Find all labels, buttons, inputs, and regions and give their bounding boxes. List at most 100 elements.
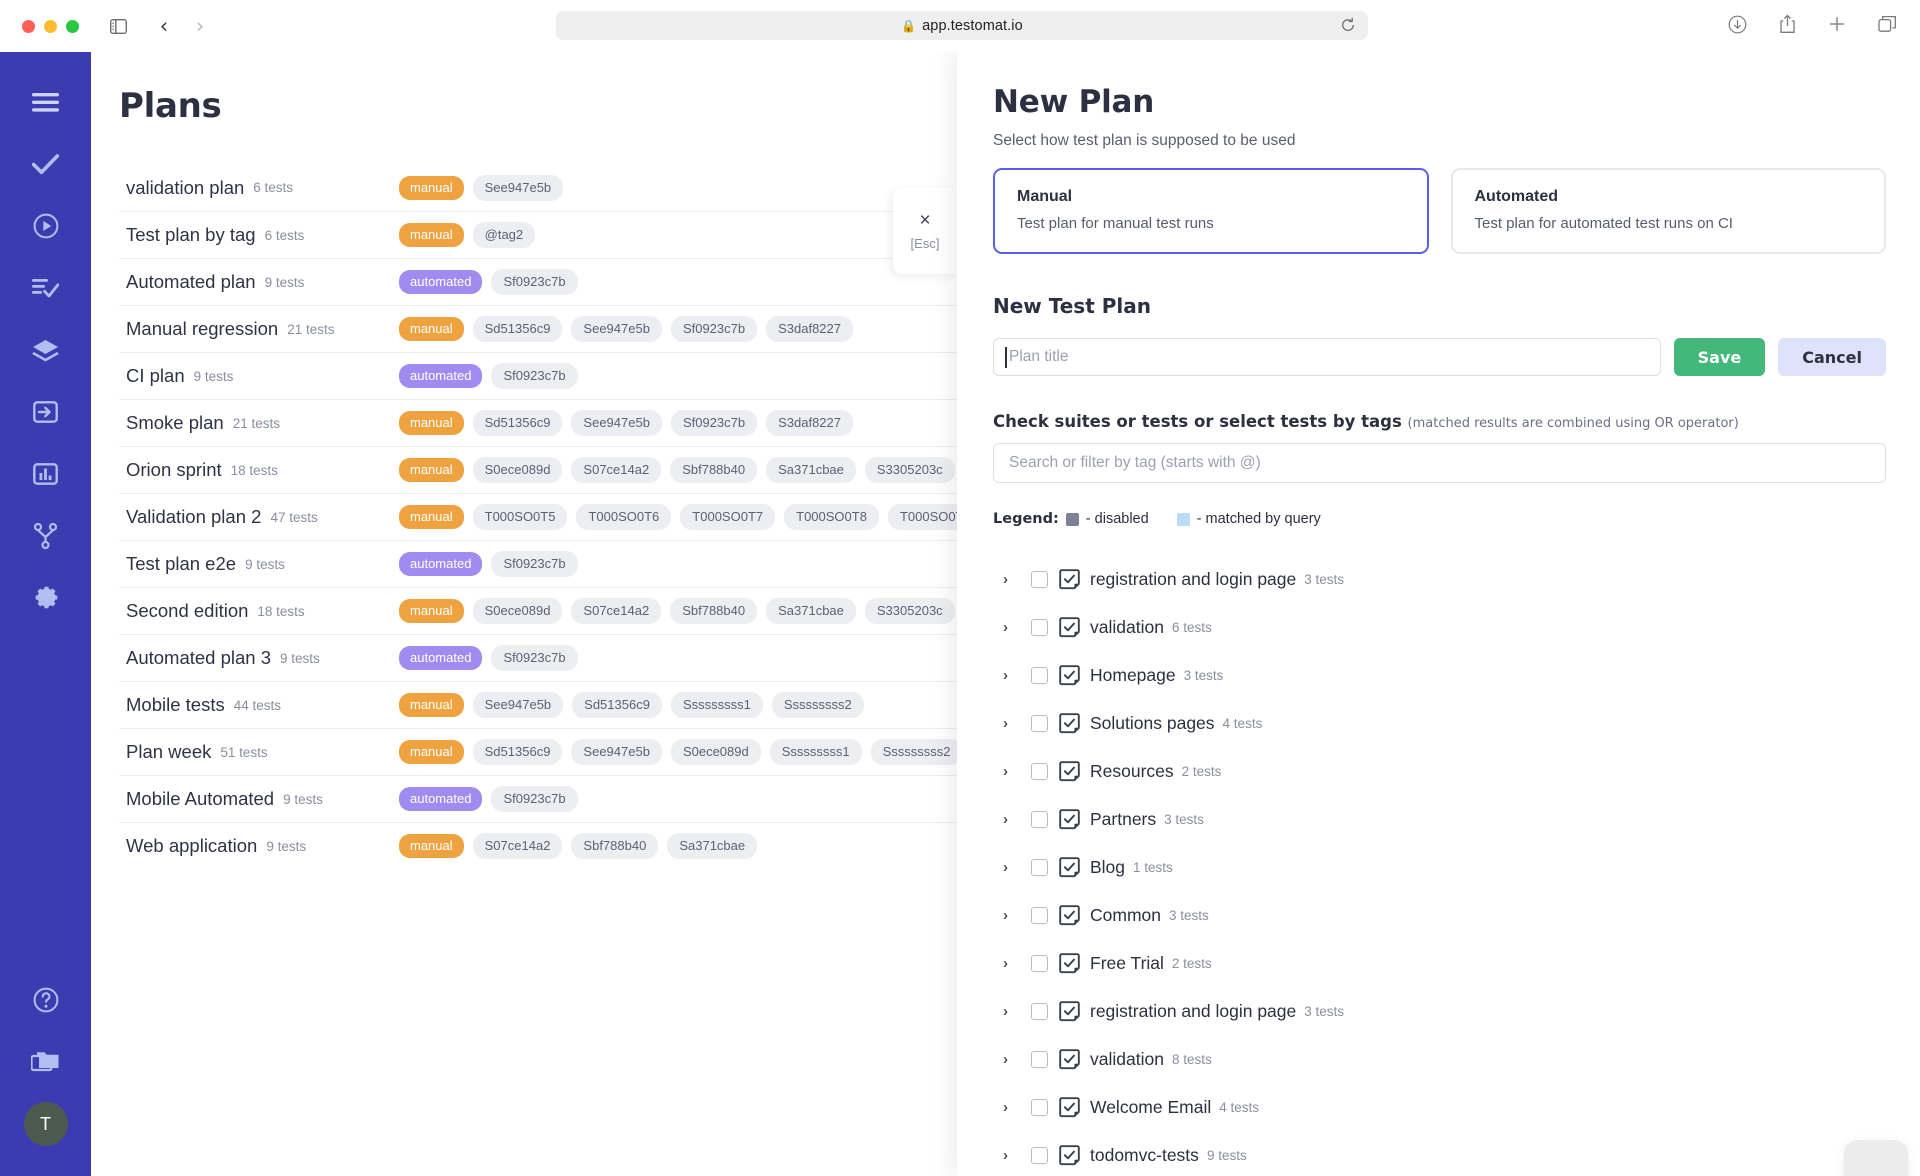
list-item[interactable]: › Common 3 tests [993,891,1886,939]
plan-tag: S07ce14a2 [571,457,661,483]
list-item[interactable]: ›validation8 tests [993,1035,1886,1083]
plan-tag: Sd51356c9 [473,739,563,765]
plan-name: Web application [126,835,257,857]
chat-widget-button[interactable] [1844,1140,1908,1176]
plan-tag: Sbf788b40 [571,833,658,859]
share-icon[interactable] [1772,9,1802,39]
close-drawer-button[interactable]: × [Esc] [893,188,957,274]
plan-name: validation plan [126,177,244,199]
reload-icon[interactable] [1340,17,1356,38]
suite-checkbox[interactable] [1031,955,1048,972]
chevron-right-icon[interactable]: › [1003,1099,1023,1116]
plan-tag: S3daf8227 [766,316,853,342]
list-item[interactable]: ›registration and login page3 tests [993,555,1886,603]
app-shell: T Plans validation plan6 testsmanualSee9… [0,52,1920,1176]
list-item[interactable]: ›Homepage3 tests [993,651,1886,699]
suite-checkbox[interactable] [1031,1099,1048,1116]
chevron-right-icon[interactable]: › [1003,619,1023,636]
plan-title-row: Plan title Save Cancel [993,338,1886,376]
mode-card-automated-name: Automated [1475,188,1863,206]
sidebar-item-settings[interactable] [24,576,68,620]
suite-name: Common [1090,905,1161,926]
list-item[interactable]: ›registration and login page3 tests [993,987,1886,1035]
chevron-right-icon[interactable]: › [1003,763,1023,780]
mode-card-manual[interactable]: Manual Test plan for manual test runs [993,168,1429,254]
suite-checkbox[interactable] [1031,859,1048,876]
plan-badges: automatedSf0923c7b [399,551,578,577]
chevron-right-icon[interactable]: › [1003,955,1023,972]
download-icon[interactable] [1722,9,1752,39]
plan-tag: Sf0923c7b [491,551,577,577]
suite-icon [1059,857,1080,878]
list-item[interactable]: ›Free Trial2 tests [993,939,1886,987]
mode-card-automated[interactable]: Automated Test plan for automated test r… [1451,168,1887,254]
suite-checkbox[interactable] [1031,571,1048,588]
list-item[interactable]: ›Resources2 tests [993,747,1886,795]
sidebar-item-runs[interactable] [24,204,68,248]
suite-checkbox[interactable] [1031,715,1048,732]
sidebar-item-plans[interactable] [24,266,68,310]
close-window-button[interactable] [22,20,35,33]
tag-search-placeholder: Search or filter by tag (starts with @) [1009,454,1261,472]
chart-bar-icon [33,462,58,486]
sidebar-item-import[interactable] [24,390,68,434]
plan-title-input[interactable]: Plan title [993,338,1661,376]
status-badge: automated [399,787,482,811]
list-item[interactable]: ›Solutions pages4 tests [993,699,1886,747]
suite-checkbox[interactable] [1031,1147,1048,1164]
forward-arrow-icon[interactable]: › [185,11,215,41]
status-badge: manual [399,223,464,247]
chevron-right-icon[interactable]: › [1003,1051,1023,1068]
save-button[interactable]: Save [1674,338,1766,376]
chevron-right-icon[interactable]: › [1003,571,1023,588]
hamburger-menu-icon[interactable] [24,80,68,124]
minimize-window-button[interactable] [44,20,57,33]
chevron-right-icon[interactable]: › [1003,667,1023,684]
plan-tag: Sf0923c7b [491,645,577,671]
tabs-overview-icon[interactable] [1872,9,1902,39]
tag-search-input[interactable]: Search or filter by tag (starts with @) [993,443,1886,483]
list-item[interactable]: ›Welcome Email4 tests [993,1083,1886,1131]
suite-checkbox[interactable] [1031,1003,1048,1020]
maximize-window-button[interactable] [66,20,79,33]
chevron-right-icon[interactable]: › [1003,1003,1023,1020]
list-item[interactable]: ›validation6 tests [993,603,1886,651]
plan-name: Test plan e2e [126,553,236,575]
list-item[interactable]: ›Partners3 tests [993,795,1886,843]
sidebar-toggle-icon[interactable] [103,11,133,41]
sidebar-item-suites[interactable] [24,328,68,372]
chevron-right-icon[interactable]: › [1003,715,1023,732]
sidebar-item-analytics[interactable] [24,452,68,496]
status-badge: automated [399,270,482,294]
plan-tag: Sa371cbae [766,598,856,624]
mode-card-manual-name: Manual [1017,188,1405,206]
chevron-right-icon[interactable]: › [1003,811,1023,828]
folders-icon[interactable] [24,1040,68,1084]
suite-icon [1059,953,1080,974]
chevron-right-icon[interactable]: › [1003,907,1023,924]
list-item[interactable]: ›todomvc-tests9 tests [993,1131,1886,1176]
suite-checkbox[interactable] [1031,667,1048,684]
plan-tag: Sd51356c9 [473,410,563,436]
chevron-right-icon[interactable]: › [1003,859,1023,876]
plus-icon[interactable] [1822,9,1852,39]
plan-tag: Sd51356c9 [473,316,563,342]
suite-checkbox[interactable] [1031,619,1048,636]
suite-checkbox[interactable] [1031,907,1048,924]
suite-checkbox[interactable] [1031,811,1048,828]
cancel-button[interactable]: Cancel [1778,338,1886,376]
suite-test-count: 3 tests [1169,908,1209,923]
help-circle-icon[interactable] [24,978,68,1022]
back-arrow-icon[interactable]: ‹ [149,11,179,41]
mode-card-group: Manual Test plan for manual test runs Au… [993,168,1886,254]
plan-badges: manualS0ece089dS07ce14a2Sbf788b40Sa371cb… [399,598,1018,624]
url-bar[interactable]: 🔒 app.testomat.io [556,11,1368,40]
sidebar-item-branches[interactable] [24,514,68,558]
suite-checkbox[interactable] [1031,1051,1048,1068]
avatar[interactable]: T [24,1102,68,1146]
suite-checkbox[interactable] [1031,763,1048,780]
chevron-right-icon[interactable]: › [1003,1147,1023,1164]
list-item[interactable]: ›Blog1 tests [993,843,1886,891]
sidebar-item-tests[interactable] [24,142,68,186]
chrome-right-controls [1722,9,1902,39]
